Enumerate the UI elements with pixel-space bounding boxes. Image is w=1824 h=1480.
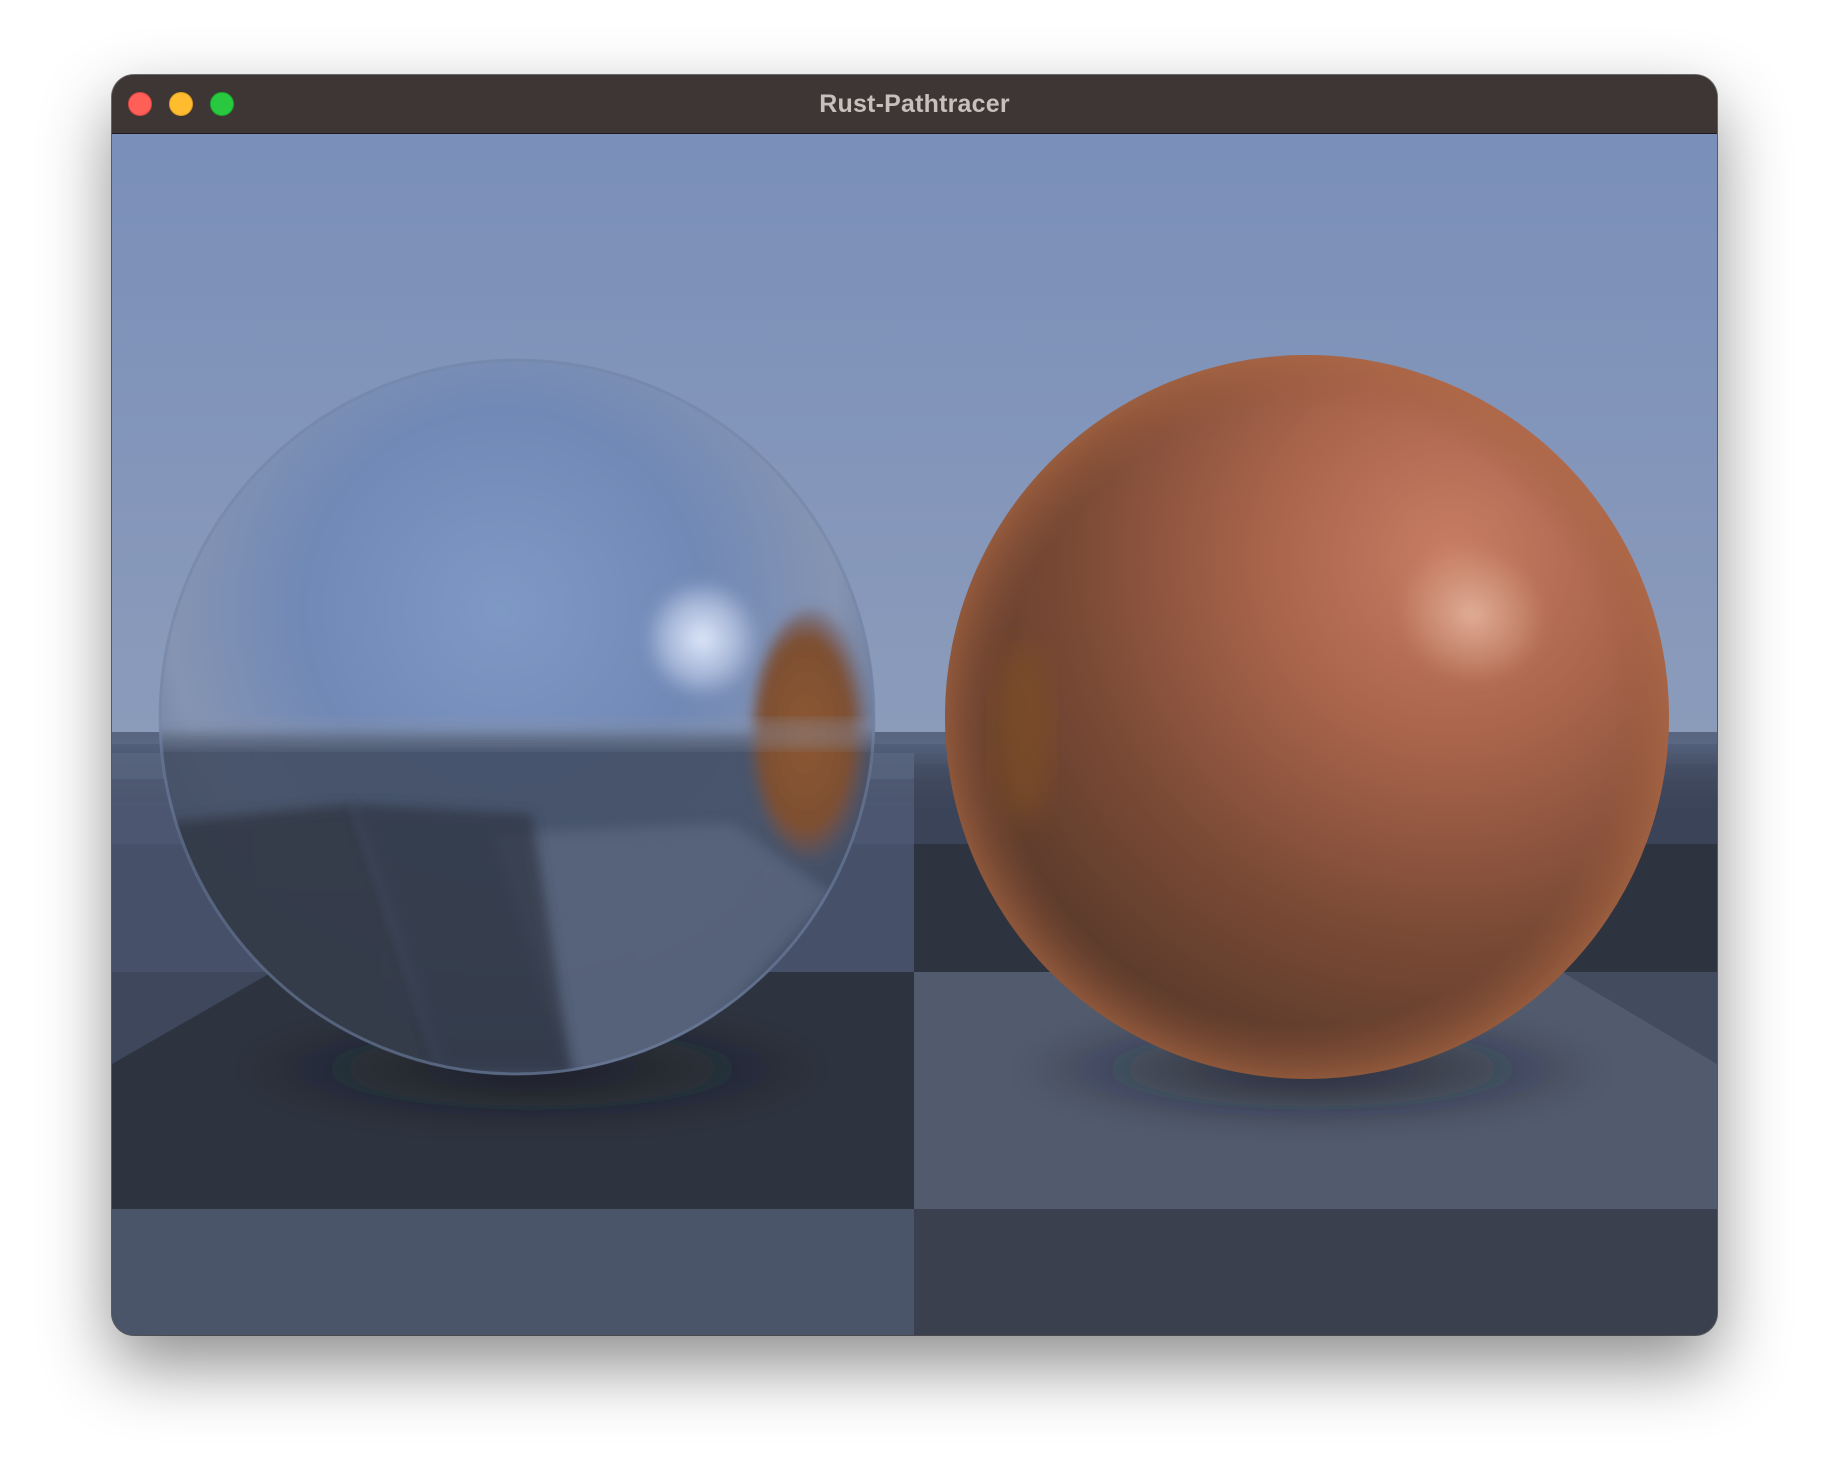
render-viewport: [112, 134, 1717, 1335]
app-window: Rust-Pathtracer: [112, 75, 1717, 1335]
window-title: Rust-Pathtracer: [819, 90, 1010, 118]
title-bar[interactable]: Rust-Pathtracer: [112, 75, 1717, 134]
copper-sphere: [945, 355, 1669, 1079]
rendered-scene: [112, 134, 1717, 1335]
